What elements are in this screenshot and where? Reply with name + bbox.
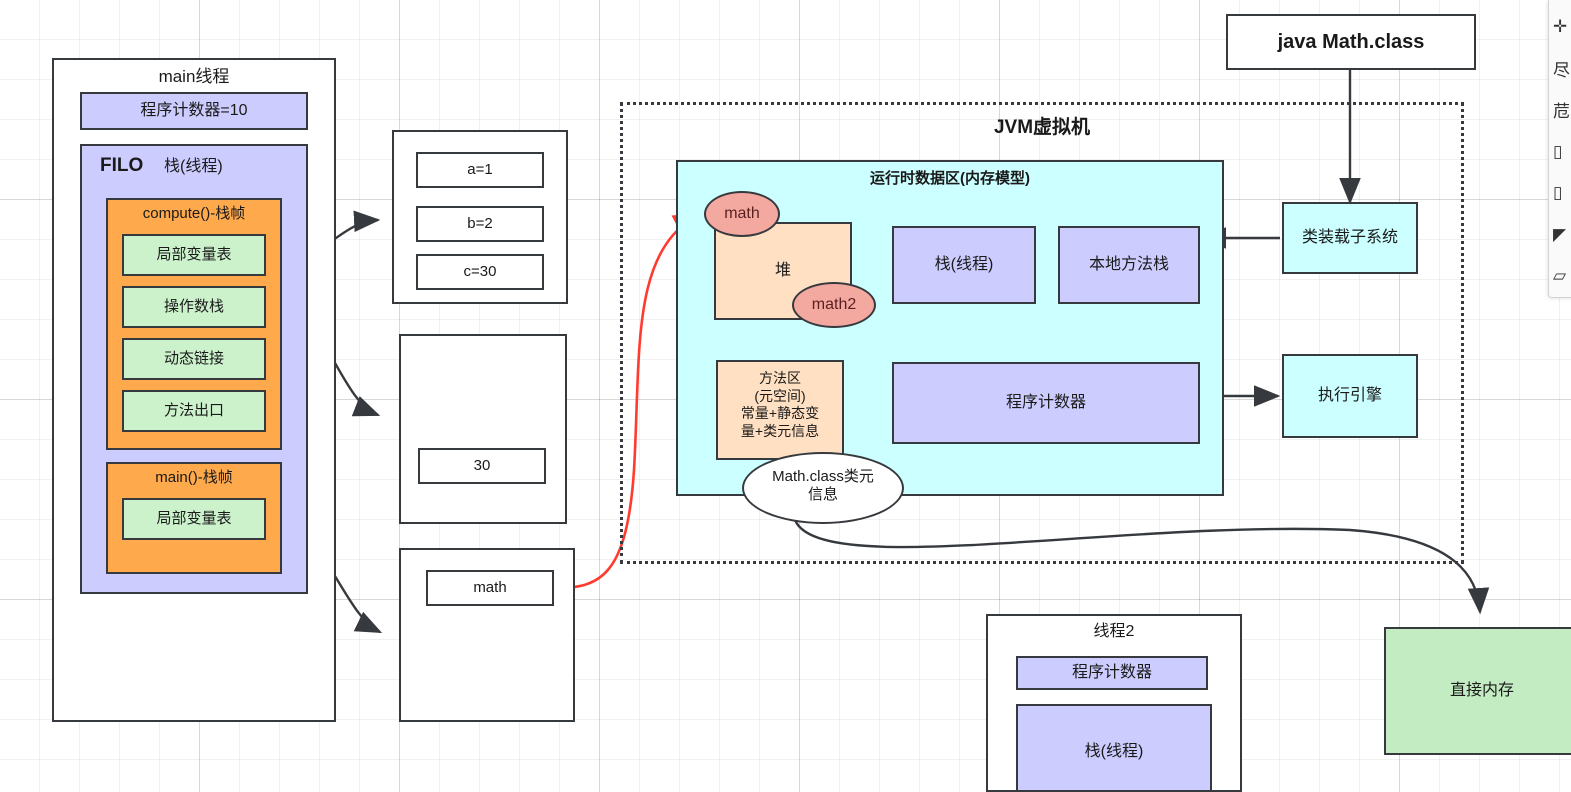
local-var-row-a-label: a=1: [467, 160, 493, 178]
compute-slot-method-exit[interactable]: 方法出口: [122, 390, 266, 432]
local-var-row-c-label: c=30: [463, 262, 497, 280]
jvm-stack-box[interactable]: 栈(线程): [892, 226, 1036, 304]
diagram-canvas[interactable]: main线程 程序计数器=10 FILO 栈(线程) compute()-栈帧 …: [0, 0, 1571, 792]
main-stack-frame-title: main()-栈帧: [155, 469, 233, 486]
method-area-line-3: 常量+静态变: [740, 405, 820, 421]
execution-engine-box[interactable]: 执行引擎: [1282, 354, 1418, 438]
local-var-row-c[interactable]: c=30: [416, 254, 544, 290]
class-metadata-line-1: Math.class类元: [772, 468, 874, 485]
operand-stack-detail-panel[interactable]: [399, 334, 567, 524]
direct-memory-label: 直接内存: [1449, 682, 1514, 699]
method-area-line-1: 方法区: [759, 370, 801, 386]
local-var-row-a[interactable]: a=1: [416, 152, 544, 188]
compute-slot-1-label: 操作数栈: [163, 297, 224, 315]
thread2-program-counter-label: 程序计数器: [1071, 664, 1152, 681]
plus-icon[interactable]: ✛: [1549, 6, 1571, 48]
main-thread-stack-label: 栈(线程): [164, 158, 223, 175]
class-loader-label: 类装载子系统: [1301, 229, 1398, 246]
rect-shape-icon-glyph: ▯: [1553, 141, 1563, 161]
note-icon-glyph: ▱: [1553, 266, 1567, 286]
table-icon[interactable]: 苊: [1549, 89, 1571, 131]
direct-memory-box[interactable]: 直接内存: [1384, 627, 1571, 755]
execution-engine-label: 执行引擎: [1317, 387, 1382, 404]
note-icon[interactable]: ▱: [1549, 255, 1571, 297]
compute-slot-dynamic-link[interactable]: 动态链接: [122, 338, 266, 380]
object-ellipse-math2-label: math2: [811, 296, 857, 314]
arrow-cursor-icon[interactable]: ◤: [1549, 214, 1571, 256]
operand-stack-row-30-label: 30: [473, 456, 491, 474]
thread2-program-counter[interactable]: 程序计数器: [1016, 656, 1208, 690]
shape-icon[interactable]: 尽: [1549, 48, 1571, 90]
method-area-box[interactable]: 方法区 (元空间) 常量+静态变 量+类元信息: [716, 360, 844, 460]
class-metadata-ellipse[interactable]: Math.class类元 信息: [742, 452, 904, 524]
main-thread-stack-badge: FILO: [100, 155, 144, 176]
runtime-data-area-title: 运行时数据区(内存模型): [870, 170, 1030, 187]
table-icon-glyph: 苊: [1553, 102, 1570, 122]
entry-command-label: java Math.class: [1277, 30, 1425, 53]
rect-shape-2-icon[interactable]: ▯: [1549, 172, 1571, 214]
main-locals-row-math-label: math: [473, 578, 507, 596]
main-thread-title: main线程: [158, 67, 230, 86]
shape-toolbar[interactable]: ✛ 尽 苊 ▯ ▯ ◤ ▱: [1548, 0, 1571, 298]
entry-command-box[interactable]: java Math.class: [1226, 14, 1476, 70]
object-ellipse-math2[interactable]: math2: [792, 282, 876, 328]
main-locals-row-math[interactable]: math: [426, 570, 554, 606]
object-ellipse-math[interactable]: math: [704, 191, 780, 237]
method-area-line-4: 量+类元信息: [740, 422, 820, 439]
main-slot-local-variable-table[interactable]: 局部变量表: [122, 498, 266, 540]
thread2-title: 线程2: [1093, 623, 1135, 640]
native-method-stack-box[interactable]: 本地方法栈: [1058, 226, 1200, 304]
shape-icon-glyph: 尽: [1553, 60, 1570, 80]
main-thread-program-counter[interactable]: 程序计数器=10: [80, 92, 308, 130]
local-var-row-b-label: b=2: [467, 214, 493, 232]
compute-stack-frame-title: compute()-栈帧: [142, 205, 246, 222]
thread2-stack[interactable]: 栈(线程): [1016, 704, 1212, 792]
operand-stack-row-30[interactable]: 30: [418, 448, 546, 484]
rect-shape-icon[interactable]: ▯: [1549, 131, 1571, 173]
rect-shape-2-icon-glyph: ▯: [1553, 183, 1563, 203]
compute-slot-operand-stack[interactable]: 操作数栈: [122, 286, 266, 328]
local-var-row-b[interactable]: b=2: [416, 206, 544, 242]
compute-slot-2-label: 动态链接: [163, 349, 224, 367]
method-area-line-2: (元空间): [754, 387, 806, 404]
jvm-title: JVM虚拟机: [993, 117, 1091, 138]
compute-slot-3-label: 方法出口: [163, 401, 224, 419]
jvm-stack-label: 栈(线程): [934, 256, 994, 273]
object-ellipse-math-label: math: [724, 205, 760, 223]
main-slot-0-label: 局部变量表: [156, 509, 232, 527]
arrow-cursor-icon-glyph: ◤: [1553, 224, 1567, 244]
class-loader-box[interactable]: 类装载子系统: [1282, 202, 1418, 274]
heap-label: 堆: [774, 262, 791, 279]
plus-icon-glyph: ✛: [1553, 16, 1568, 36]
class-metadata-line-2: 信息: [807, 486, 838, 503]
compute-slot-0-label: 局部变量表: [156, 245, 232, 263]
thread2-stack-label: 栈(线程): [1084, 743, 1144, 760]
jvm-program-counter-label: 程序计数器: [1005, 394, 1086, 411]
main-thread-program-counter-label: 程序计数器=10: [140, 102, 248, 119]
native-method-stack-label: 本地方法栈: [1088, 256, 1169, 273]
jvm-program-counter-box[interactable]: 程序计数器: [892, 362, 1200, 444]
compute-slot-local-variable-table[interactable]: 局部变量表: [122, 234, 266, 276]
